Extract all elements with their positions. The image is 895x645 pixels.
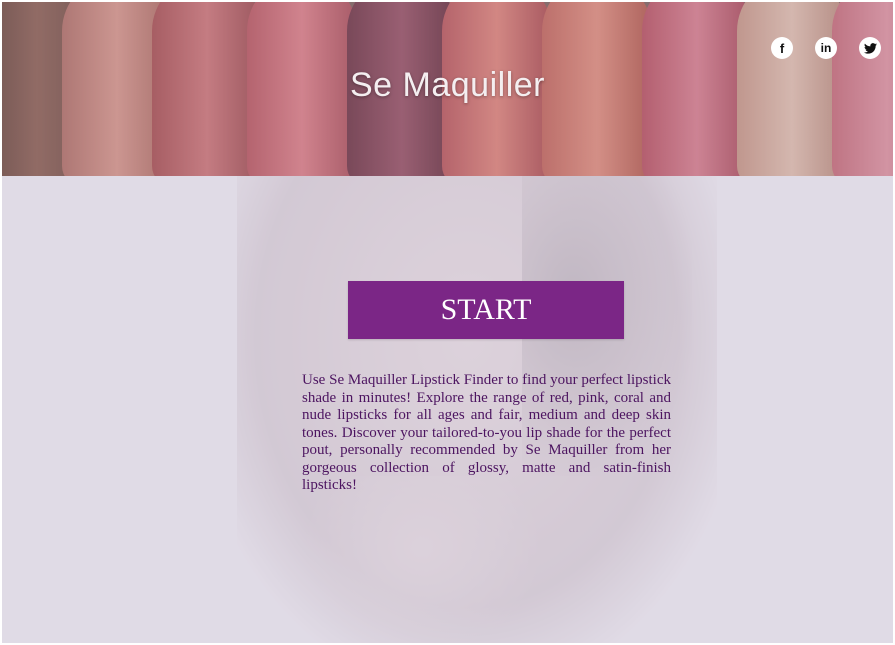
linkedin-glyph: in (820, 41, 832, 55)
site-title: Se Maquiller (350, 66, 545, 104)
hero-section: START Use Se Maquiller Lipstick Finder t… (2, 176, 893, 643)
facebook-glyph: f (779, 40, 785, 56)
facebook-icon[interactable]: f (771, 37, 793, 59)
page: Se Maquiller f in START Use Se Maquiller… (2, 2, 893, 643)
linkedin-icon[interactable]: in (815, 37, 837, 59)
header-banner: Se Maquiller f in (2, 2, 893, 176)
twitter-icon[interactable] (859, 37, 881, 59)
start-button[interactable]: START (348, 281, 624, 339)
intro-description: Use Se Maquiller Lipstick Finder to find… (302, 372, 671, 493)
twitter-bird-icon (863, 42, 877, 54)
social-links: f in (771, 37, 881, 59)
